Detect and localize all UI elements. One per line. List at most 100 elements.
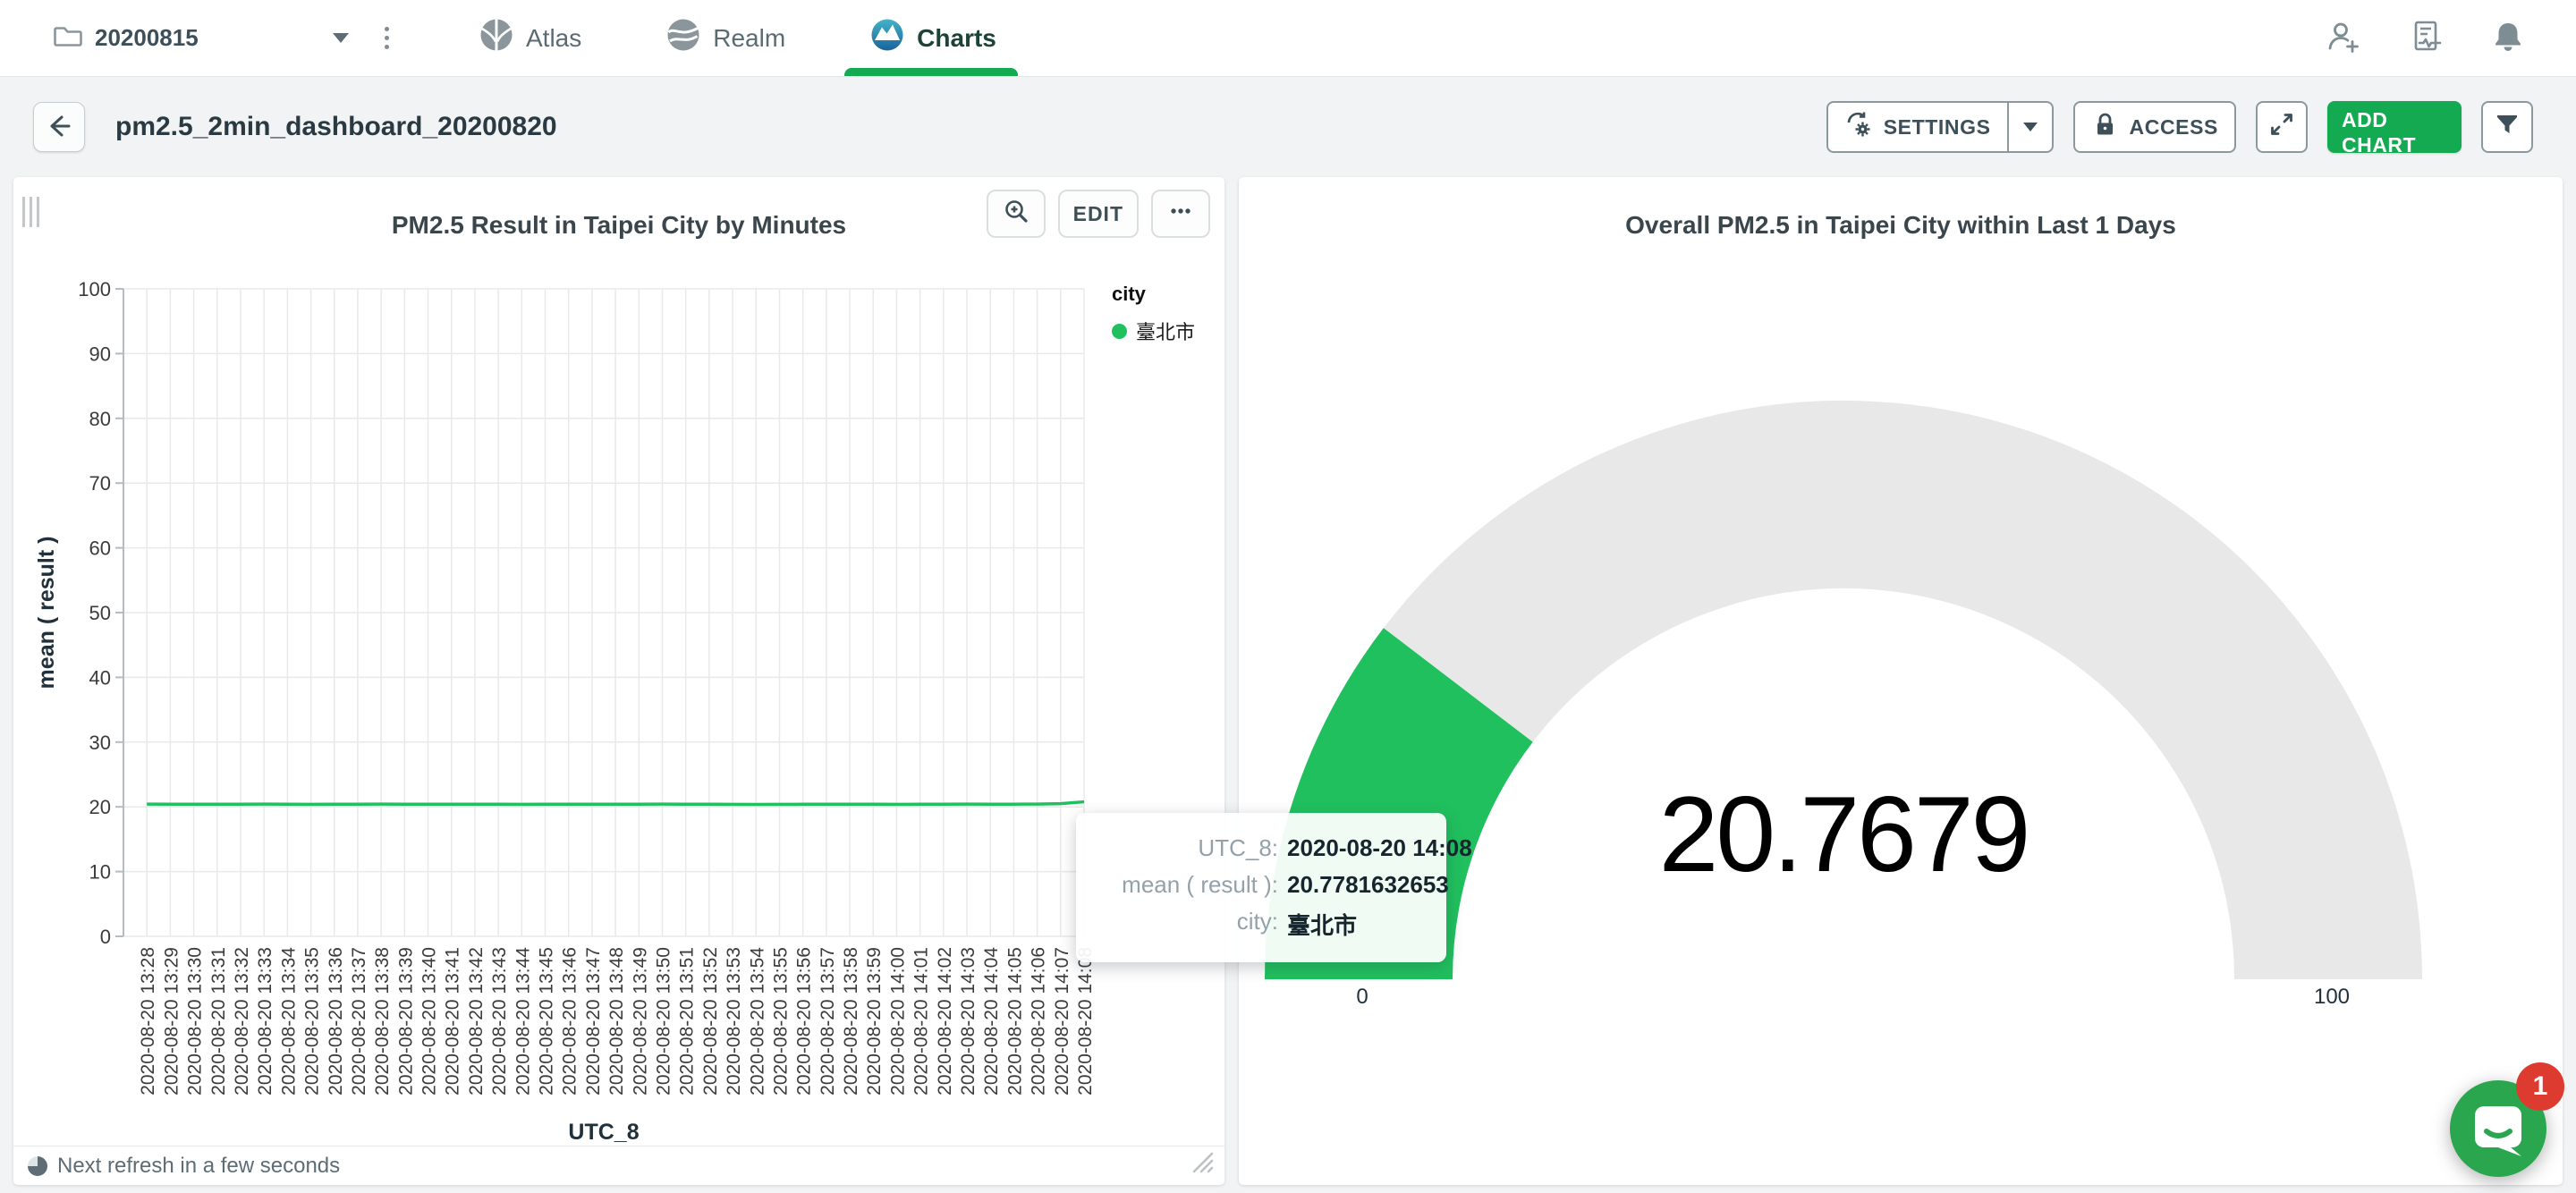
tab-charts-label: Charts — [917, 24, 996, 53]
svg-text:60: 60 — [89, 537, 111, 560]
settings-sync-icon — [1844, 110, 1873, 144]
svg-text:2020-08-20 13:50: 2020-08-20 13:50 — [653, 947, 674, 1096]
svg-text:2020-08-20 13:49: 2020-08-20 13:49 — [630, 947, 650, 1096]
line-chart[interactable]: 2020-08-20 13:282020-08-20 13:292020-08-… — [13, 275, 1224, 1147]
add-chart-button[interactable]: ADD CHART — [2327, 101, 2462, 153]
svg-text:2020-08-20 13:51: 2020-08-20 13:51 — [677, 947, 698, 1096]
svg-text:2020-08-20 13:42: 2020-08-20 13:42 — [466, 947, 487, 1096]
person-add-icon — [2326, 19, 2361, 57]
legend-title: city — [1112, 283, 1195, 306]
notifications-button[interactable] — [2490, 19, 2526, 57]
access-button[interactable]: ACCESS — [2073, 101, 2236, 153]
realm-icon — [665, 17, 701, 59]
chat-unread-badge: 1 — [2516, 1062, 2564, 1111]
invite-user-button[interactable] — [2326, 19, 2361, 57]
settings-button[interactable]: SETTINGS — [1826, 101, 2009, 153]
svg-text:2020-08-20 13:33: 2020-08-20 13:33 — [255, 947, 275, 1096]
magnifier-plus-icon — [1002, 197, 1030, 231]
zoom-chart-button[interactable] — [987, 190, 1046, 238]
gauge-min-label: 0 — [1356, 985, 1368, 1010]
svg-text:2020-08-20 13:35: 2020-08-20 13:35 — [302, 947, 323, 1096]
charts-icon — [869, 17, 905, 59]
svg-text:2020-08-20 13:47: 2020-08-20 13:47 — [583, 947, 604, 1096]
folder-icon — [54, 23, 82, 53]
filter-button[interactable] — [2481, 101, 2533, 153]
svg-text:30: 30 — [89, 732, 111, 754]
document-pulse-icon — [2408, 19, 2444, 57]
svg-text:2020-08-20 14:02: 2020-08-20 14:02 — [935, 947, 955, 1096]
svg-text:mean ( result ): mean ( result ) — [34, 537, 59, 690]
dashboard-actions: SETTINGS ACCESS — [1826, 101, 2533, 153]
svg-text:2020-08-20 13:45: 2020-08-20 13:45 — [537, 947, 557, 1096]
dashboard-title: pm2.5_2min_dashboard_20200820 — [115, 112, 557, 142]
project-selector[interactable]: 20200815 — [54, 23, 349, 53]
svg-text:2020-08-20 13:32: 2020-08-20 13:32 — [232, 947, 252, 1096]
svg-text:2020-08-20 13:53: 2020-08-20 13:53 — [724, 947, 744, 1096]
top-nav: 20200815 Atlas — [0, 0, 2576, 77]
refresh-timer-icon — [28, 1156, 47, 1176]
svg-text:2020-08-20 13:46: 2020-08-20 13:46 — [560, 947, 580, 1096]
svg-text:2020-08-20 13:28: 2020-08-20 13:28 — [138, 947, 158, 1096]
tab-realm[interactable]: Realm — [665, 0, 785, 76]
svg-text:2020-08-20 14:05: 2020-08-20 14:05 — [1004, 947, 1025, 1096]
tab-atlas-label: Atlas — [526, 24, 581, 53]
card-resize-handle[interactable] — [1183, 1143, 1217, 1181]
svg-text:2020-08-20 14:03: 2020-08-20 14:03 — [958, 947, 979, 1096]
tab-atlas[interactable]: Atlas — [479, 0, 581, 76]
tab-charts[interactable]: Charts — [869, 0, 996, 76]
chart-legend: city 臺北市 — [1112, 283, 1195, 345]
svg-text:2020-08-20 13:31: 2020-08-20 13:31 — [208, 947, 229, 1096]
atlas-icon — [479, 17, 514, 59]
svg-text:2020-08-20 13:30: 2020-08-20 13:30 — [185, 947, 206, 1096]
svg-text:2020-08-20 13:54: 2020-08-20 13:54 — [747, 947, 767, 1096]
settings-split-button: SETTINGS — [1826, 101, 2054, 153]
funnel-icon — [2494, 111, 2521, 143]
gauge-value: 20.7679 — [1659, 773, 2029, 896]
arrow-left-icon — [44, 111, 74, 144]
project-name: 20200815 — [95, 24, 199, 52]
gauge-chart[interactable] — [1239, 177, 2563, 1185]
svg-text:UTC_8: UTC_8 — [568, 1120, 639, 1145]
svg-text:2020-08-20 13:39: 2020-08-20 13:39 — [395, 947, 416, 1096]
svg-text:2020-08-20 14:04: 2020-08-20 14:04 — [981, 947, 1002, 1096]
chevron-down-icon[interactable] — [333, 33, 349, 43]
svg-text:2020-08-20 13:37: 2020-08-20 13:37 — [349, 947, 369, 1096]
svg-text:90: 90 — [89, 343, 111, 365]
edit-chart-button[interactable]: EDIT — [1058, 190, 1139, 238]
svg-text:2020-08-20 14:01: 2020-08-20 14:01 — [911, 947, 932, 1096]
chat-launcher-button[interactable]: 1 — [2448, 1079, 2548, 1179]
refresh-status-text: Next refresh in a few seconds — [57, 1154, 340, 1179]
chevron-down-icon — [2023, 123, 2038, 131]
lock-icon — [2091, 111, 2119, 143]
svg-text:2020-08-20 13:59: 2020-08-20 13:59 — [864, 947, 885, 1096]
settings-dropdown-button[interactable] — [2007, 101, 2054, 153]
back-button[interactable] — [33, 102, 85, 152]
svg-text:2020-08-20 13:52: 2020-08-20 13:52 — [700, 947, 721, 1096]
activity-feed-button[interactable] — [2408, 19, 2444, 57]
project-menu-kebab-icon[interactable] — [379, 21, 394, 55]
chart-card-gauge: Overall PM2.5 in Taipei City within Last… — [1239, 177, 2563, 1185]
chart-more-button[interactable] — [1151, 190, 1210, 238]
svg-text:2020-08-20 13:44: 2020-08-20 13:44 — [513, 947, 533, 1096]
chart-card-actions: EDIT — [987, 190, 1210, 238]
fullscreen-button[interactable] — [2256, 101, 2308, 153]
svg-text:40: 40 — [89, 666, 111, 689]
svg-text:100: 100 — [78, 278, 111, 300]
svg-text:2020-08-20 13:38: 2020-08-20 13:38 — [372, 947, 393, 1096]
svg-text:2020-08-20 13:55: 2020-08-20 13:55 — [770, 947, 791, 1096]
nav-right-icons — [2326, 19, 2526, 57]
svg-text:2020-08-20 13:58: 2020-08-20 13:58 — [841, 947, 861, 1096]
svg-text:2020-08-20 13:57: 2020-08-20 13:57 — [818, 947, 838, 1096]
svg-text:2020-08-20 14:08: 2020-08-20 14:08 — [1075, 947, 1096, 1096]
svg-text:80: 80 — [89, 408, 111, 430]
svg-text:50: 50 — [89, 602, 111, 624]
svg-text:2020-08-20 13:40: 2020-08-20 13:40 — [419, 947, 440, 1096]
svg-text:2020-08-20 13:36: 2020-08-20 13:36 — [326, 947, 346, 1096]
svg-text:70: 70 — [89, 472, 111, 495]
svg-text:2020-08-20 14:07: 2020-08-20 14:07 — [1052, 947, 1072, 1096]
bell-icon — [2490, 19, 2526, 57]
svg-text:10: 10 — [89, 861, 111, 884]
svg-text:2020-08-20 13:29: 2020-08-20 13:29 — [161, 947, 182, 1096]
dashboard-header: pm2.5_2min_dashboard_20200820 — [0, 77, 2576, 177]
charts-app: 20200815 Atlas — [0, 0, 2576, 1193]
